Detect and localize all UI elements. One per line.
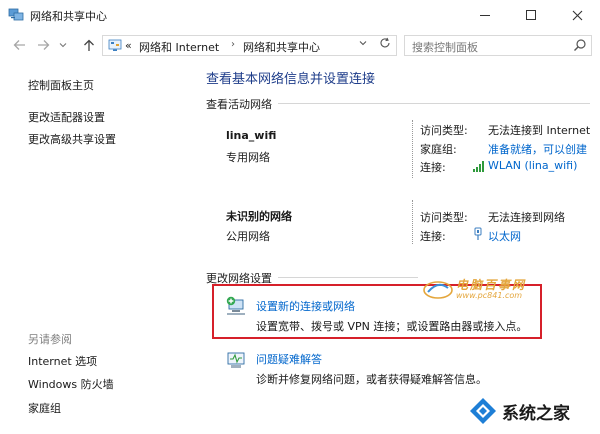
homegroup-label: 家庭组: — [420, 143, 457, 156]
watermark-text: 系统之家 — [502, 404, 570, 424]
search-input[interactable]: 搜索控制面板 — [412, 39, 478, 55]
refresh-icon — [380, 37, 390, 48]
back-button[interactable] — [10, 36, 28, 54]
search-box[interactable]: 搜索控制面板 — [404, 35, 592, 56]
address-bar[interactable]: « 网络和 Internet › 网络和共享中心 — [102, 35, 397, 56]
navigation-bar: « 网络和 Internet › 网络和共享中心 搜索控制面板 — [0, 32, 600, 58]
column-divider — [412, 120, 413, 178]
sidebar-item-change-adapter[interactable]: 更改适配器设置 — [28, 109, 105, 125]
homegroup-link[interactable]: 准备就绪，可以创建 — [488, 141, 587, 157]
sidebar-item-internet-options[interactable]: Internet 选项 — [28, 353, 97, 369]
access-type-label: 访问类型: — [420, 124, 468, 137]
wifi-signal-icon — [473, 161, 484, 172]
breadcrumb-separator[interactable]: › — [231, 39, 235, 50]
page-title: 查看基本网络信息并设置连接 — [206, 72, 376, 87]
troubleshoot-icon — [227, 352, 245, 368]
chevron-down-icon — [359, 41, 367, 46]
network-name: 未识别的网络 — [226, 210, 292, 223]
wlan-connection-link[interactable]: WLAN (lina_wifi) — [488, 159, 577, 172]
address-history-button[interactable] — [359, 39, 367, 48]
search-icon[interactable] — [573, 38, 587, 52]
up-button[interactable] — [80, 36, 98, 54]
minimize-button[interactable] — [462, 0, 508, 30]
column-divider — [412, 200, 413, 244]
section-divider — [278, 103, 590, 104]
recent-locations-button[interactable] — [54, 36, 72, 54]
title-bar: 网络和共享中心 — [0, 0, 600, 30]
forward-button[interactable] — [34, 36, 52, 54]
network-sharing-icon — [8, 8, 24, 21]
connection-label: 连接: — [420, 230, 446, 243]
see-also-header: 另请参阅 — [28, 333, 72, 346]
sidebar-item-homegroup[interactable]: 家庭组 — [28, 400, 61, 416]
arrow-left-icon — [13, 40, 25, 50]
chevron-down-icon — [59, 43, 67, 48]
connection-label: 连接: — [420, 161, 446, 174]
ethernet-connection-link[interactable]: 以太网 — [488, 228, 521, 244]
close-button[interactable] — [554, 0, 600, 30]
active-networks-heading: 查看活动网络 — [206, 98, 272, 111]
network-type: 专用网络 — [226, 151, 270, 164]
sidebar-item-windows-firewall[interactable]: Windows 防火墙 — [28, 376, 114, 392]
access-type-label: 访问类型: — [420, 211, 468, 224]
minimize-icon — [480, 14, 490, 16]
window-title: 网络和共享中心 — [30, 10, 107, 23]
control-panel-icon — [108, 39, 122, 51]
watermark-xitongzhijia: 系统之家 — [468, 392, 598, 430]
address-overflow[interactable]: « — [125, 39, 132, 52]
breadcrumb-network-internet[interactable]: 网络和 Internet — [139, 39, 219, 55]
access-type-value: 无法连接到网络 — [488, 211, 565, 224]
network-name: lina_wifi — [226, 129, 277, 142]
maximize-icon — [526, 10, 536, 20]
refresh-button[interactable] — [379, 37, 391, 53]
breadcrumb-sharing-center[interactable]: 网络和共享中心 — [243, 39, 320, 55]
sidebar-item-advanced-sharing[interactable]: 更改高级共享设置 — [28, 131, 116, 147]
maximize-button[interactable] — [508, 0, 554, 30]
arrow-right-icon — [37, 40, 49, 50]
troubleshoot-link[interactable]: 问题疑难解答 — [256, 351, 322, 367]
watermark-url: www.pc841.com — [456, 291, 523, 300]
network-type: 公用网络 — [226, 230, 270, 243]
watermark-pc841: 电脑百事网 www.pc841.com — [420, 276, 540, 302]
sidebar-item-control-panel-home[interactable]: 控制面板主页 — [28, 77, 94, 93]
watermark-logo-icon — [423, 281, 453, 299]
arrow-up-icon — [84, 39, 94, 51]
troubleshoot-description: 诊断并修复网络问题，或者获得疑难解答信息。 — [256, 373, 487, 386]
watermark-logo-icon — [470, 398, 496, 424]
ethernet-icon — [474, 227, 482, 240]
close-icon — [572, 10, 582, 20]
section-divider — [278, 277, 418, 278]
access-type-value: 无法连接到 Internet — [488, 124, 591, 137]
